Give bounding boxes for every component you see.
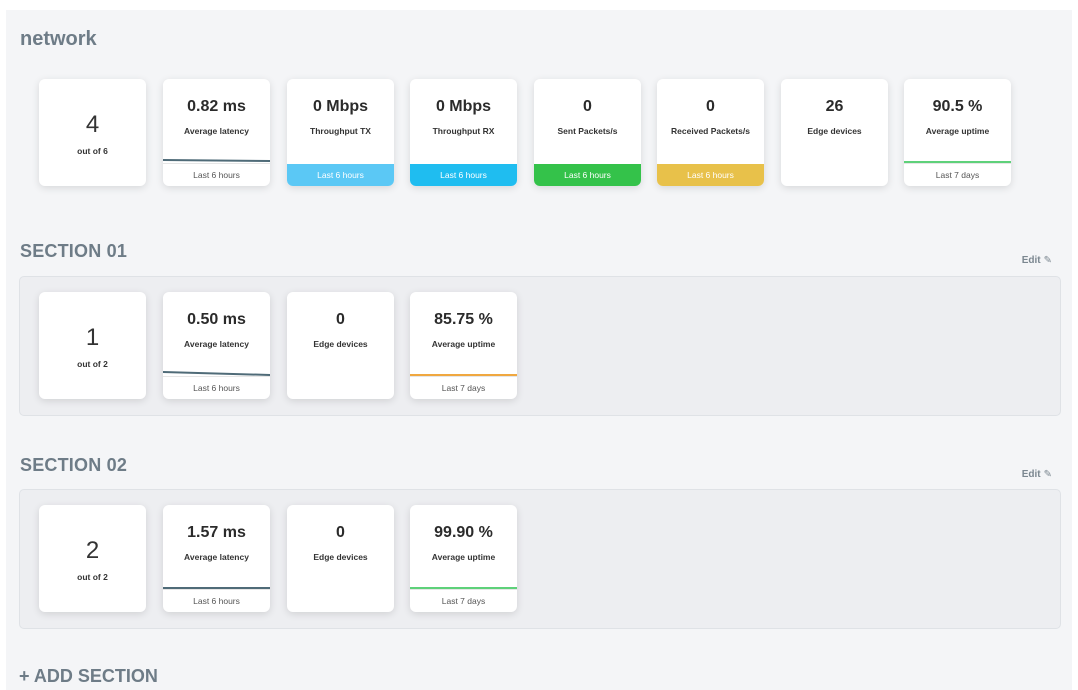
network-online-count-card[interactable]: 4 out of 6 (39, 79, 146, 186)
card-value: 1.57 ms (187, 524, 246, 541)
card-value: 0 Mbps (435, 98, 492, 115)
card-label: Average latency (184, 339, 249, 349)
section-02-online-count-card[interactable]: 2 out of 2 (39, 505, 146, 612)
average-latency-card[interactable]: 0.82 ms Average latency Last 6 hours (163, 79, 270, 186)
card-footer: Last 6 hours (163, 589, 270, 612)
card-value: 99.90 % (434, 524, 493, 541)
section-02-edge-devices-card[interactable]: 0 Edge devices (287, 505, 394, 612)
card-value: 26 (825, 98, 844, 115)
card-label: Throughput RX (432, 126, 495, 136)
section-02-edit-button[interactable]: Edit ✎ (1022, 469, 1052, 480)
online-count-total: out of 2 (77, 572, 108, 582)
edit-label: Edit (1021, 469, 1041, 480)
card-value: 0 Mbps (312, 98, 369, 115)
section-02-title: SECTION 02 (20, 455, 128, 475)
card-value: 90.5 % (932, 98, 983, 115)
section-01-online-count-card[interactable]: 1 out of 2 (39, 292, 146, 399)
card-value: 85.75 % (434, 311, 493, 328)
card-value: 0 (583, 98, 592, 115)
section-01-edit-button[interactable]: Edit ✎ (1022, 255, 1052, 266)
card-label: Received Packets/s (671, 126, 750, 136)
card-footer: Last 6 hours (163, 163, 270, 186)
card-value: 0.82 ms (187, 98, 246, 115)
section-01-edge-devices-card[interactable]: 0 Edge devices (287, 292, 394, 399)
online-count-total: out of 2 (77, 359, 108, 369)
section-02-average-latency-card[interactable]: 1.57 ms Average latency Last 6 hours (163, 505, 270, 612)
received-packets-card[interactable]: 0 Received Packets/s Last 6 hours (657, 79, 764, 186)
average-uptime-card[interactable]: 90.5 % Average uptime Last 7 days (904, 79, 1011, 186)
card-footer: Last 7 days (410, 376, 517, 399)
throughput-tx-card[interactable]: 0 Mbps Throughput TX Last 6 hours (287, 79, 394, 186)
card-value: 0 (706, 98, 715, 115)
network-dashboard: network 4 out of 6 0.82 ms Average laten… (6, 10, 1072, 690)
pencil-icon: ✎ (1043, 469, 1052, 480)
card-footer: Last 7 days (410, 589, 517, 612)
card-label: Edge devices (313, 339, 368, 349)
section-01-title: SECTION 01 (20, 241, 128, 261)
card-footer: Last 7 days (904, 163, 1011, 186)
card-footer: Last 6 hours (163, 376, 270, 399)
edit-label: Edit (1021, 255, 1041, 266)
card-label: Average uptime (925, 126, 990, 136)
card-label: Edge devices (313, 552, 368, 562)
section-02-average-uptime-card[interactable]: 99.90 % Average uptime Last 7 days (410, 505, 517, 612)
section-01-average-latency-card[interactable]: 0.50 ms Average latency Last 6 hours (163, 292, 270, 399)
throughput-rx-card[interactable]: 0 Mbps Throughput RX Last 6 hours (410, 79, 517, 186)
online-count: 1 (85, 324, 100, 351)
card-label: Average uptime (431, 339, 496, 349)
pencil-icon: ✎ (1043, 255, 1052, 266)
section-01-average-uptime-card[interactable]: 85.75 % Average uptime Last 7 days (410, 292, 517, 399)
card-value: 0 (336, 524, 345, 541)
card-label: Average latency (184, 126, 249, 136)
card-label: Sent Packets/s (557, 126, 618, 136)
card-footer: Last 6 hours (287, 164, 394, 186)
card-footer: Last 6 hours (657, 164, 764, 186)
card-value: 0.50 ms (187, 311, 246, 328)
network-title: network (20, 28, 97, 50)
card-label: Average latency (184, 552, 249, 562)
card-label: Edge devices (807, 126, 862, 136)
card-footer: Last 6 hours (410, 164, 517, 186)
card-label: Throughput TX (310, 126, 371, 136)
card-label: Average uptime (431, 552, 496, 562)
online-count: 2 (85, 537, 100, 564)
card-value: 0 (336, 311, 345, 328)
edge-devices-card[interactable]: 26 Edge devices (781, 79, 888, 186)
sent-packets-card[interactable]: 0 Sent Packets/s Last 6 hours (534, 79, 641, 186)
card-footer: Last 6 hours (534, 164, 641, 186)
online-count-total: out of 6 (77, 146, 108, 156)
online-count: 4 (85, 111, 100, 138)
